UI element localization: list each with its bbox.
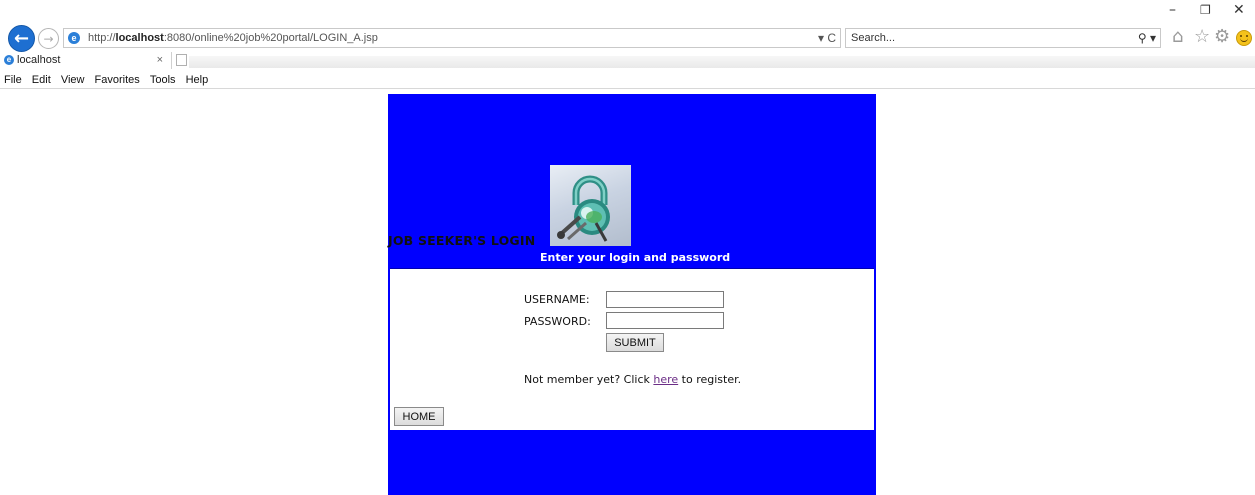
address-bar[interactable]: e http://localhost:8080/online%20job%20p… bbox=[63, 28, 841, 48]
chrome-divider bbox=[0, 88, 1255, 89]
register-link[interactable]: here bbox=[653, 373, 678, 386]
password-label: PASSWORD: bbox=[524, 315, 591, 328]
refresh-icon[interactable]: ▾ C bbox=[818, 29, 836, 47]
home-button[interactable]: HOME bbox=[394, 407, 444, 426]
settings-gear-icon[interactable]: ⚙ bbox=[1214, 26, 1230, 47]
menu-file[interactable]: File bbox=[4, 74, 22, 86]
search-box[interactable]: Search... ⚲ ▾ bbox=[845, 28, 1161, 48]
menu-edit[interactable]: Edit bbox=[32, 74, 51, 86]
feedback-smiley-icon[interactable] bbox=[1236, 30, 1252, 46]
tab-close-icon[interactable]: × bbox=[157, 52, 163, 69]
register-suffix: to register. bbox=[678, 373, 742, 386]
browser-chrome: – ❐ ✕ ← → e http://localhost:8080/online… bbox=[0, 0, 1255, 90]
favorites-star-icon[interactable]: ☆ bbox=[1194, 26, 1210, 47]
menu-favorites[interactable]: Favorites bbox=[95, 74, 140, 86]
home-icon[interactable]: ⌂ bbox=[1172, 26, 1183, 47]
ie-icon: e bbox=[68, 32, 80, 44]
menu-view[interactable]: View bbox=[61, 74, 85, 86]
padlock-keys-icon bbox=[550, 165, 631, 246]
tab-bar-background bbox=[189, 56, 1255, 68]
back-arrow-icon[interactable]: ← bbox=[8, 25, 35, 52]
tab-ie-icon: e bbox=[4, 55, 14, 65]
register-text: Not member yet? Click here to register. bbox=[524, 373, 741, 386]
username-field[interactable] bbox=[606, 291, 724, 308]
address-url[interactable]: http://localhost:8080/online%20job%20por… bbox=[88, 29, 378, 47]
search-icon[interactable]: ⚲ ▾ bbox=[1138, 29, 1156, 47]
tab-title: localhost bbox=[17, 54, 61, 66]
register-prefix: Not member yet? Click bbox=[524, 373, 654, 386]
minimize-icon[interactable]: – bbox=[1169, 2, 1176, 18]
username-label: USERNAME: bbox=[524, 293, 590, 306]
login-page: JOB SEEKER'S LOGIN Enter your login and … bbox=[388, 94, 876, 495]
password-field[interactable] bbox=[606, 312, 724, 329]
menu-help[interactable]: Help bbox=[186, 74, 209, 86]
tab-localhost[interactable]: e localhost × bbox=[0, 52, 172, 69]
restore-icon[interactable]: ❐ bbox=[1200, 3, 1211, 17]
close-window-icon[interactable]: ✕ bbox=[1233, 2, 1245, 18]
menu-tools[interactable]: Tools bbox=[150, 74, 176, 86]
forward-arrow-icon[interactable]: → bbox=[38, 28, 59, 49]
login-form: USERNAME: PASSWORD: SUBMIT Not member ye… bbox=[390, 268, 874, 430]
new-tab-button[interactable] bbox=[176, 54, 187, 66]
page-title: JOB SEEKER'S LOGIN bbox=[388, 233, 536, 248]
login-instructions: Enter your login and password bbox=[540, 251, 731, 264]
submit-button[interactable]: SUBMIT bbox=[606, 333, 664, 352]
menu-bar: File Edit View Favorites Tools Help bbox=[0, 72, 1255, 88]
search-input[interactable]: Search... bbox=[851, 29, 895, 47]
